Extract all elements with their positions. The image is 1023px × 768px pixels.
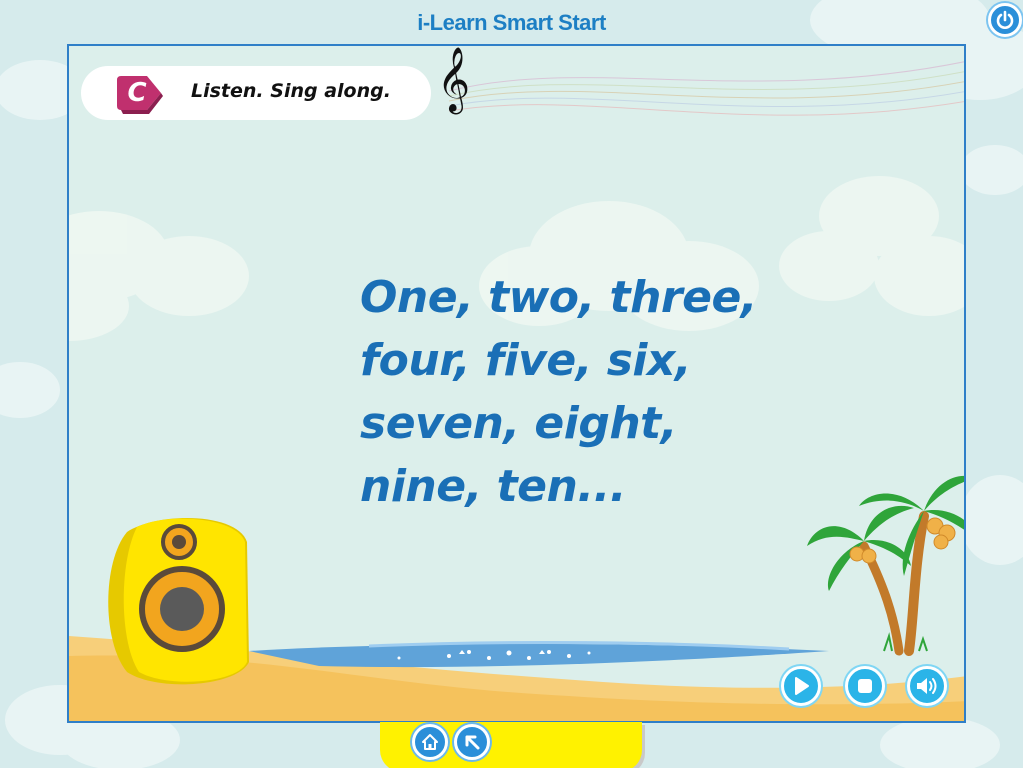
treble-clef-icon: 𝄞	[437, 47, 471, 112]
play-button[interactable]	[781, 666, 821, 706]
activity-badge-letter: C	[127, 78, 147, 108]
power-icon	[996, 10, 1014, 29]
volume-icon	[917, 678, 937, 694]
song-lyrics: One, two, three, four, five, six, seven,…	[360, 266, 758, 518]
app-title: i-Learn Smart Start	[417, 10, 606, 35]
lyric-line: nine, ten...	[360, 461, 626, 512]
stop-button[interactable]	[845, 666, 885, 706]
instruction-text: Listen. Sing along.	[191, 80, 391, 102]
power-button[interactable]	[988, 3, 1022, 37]
lyric-line: four, five, six,	[360, 335, 692, 386]
play-icon	[795, 677, 809, 695]
volume-button[interactable]	[907, 666, 947, 706]
lyric-line: One, two, three,	[360, 272, 758, 323]
lyric-line: seven, eight,	[360, 398, 677, 449]
back-button[interactable]	[454, 724, 490, 760]
home-icon	[422, 734, 438, 750]
speaker-graphic	[108, 518, 249, 685]
instruction-bar: C Listen. Sing along.	[81, 66, 431, 120]
activity-stage: C Listen. Sing along. 𝄞 One, two, three,…	[67, 44, 966, 723]
stop-icon	[858, 679, 872, 693]
home-button[interactable]	[412, 724, 448, 760]
back-arrow-icon	[465, 735, 480, 750]
